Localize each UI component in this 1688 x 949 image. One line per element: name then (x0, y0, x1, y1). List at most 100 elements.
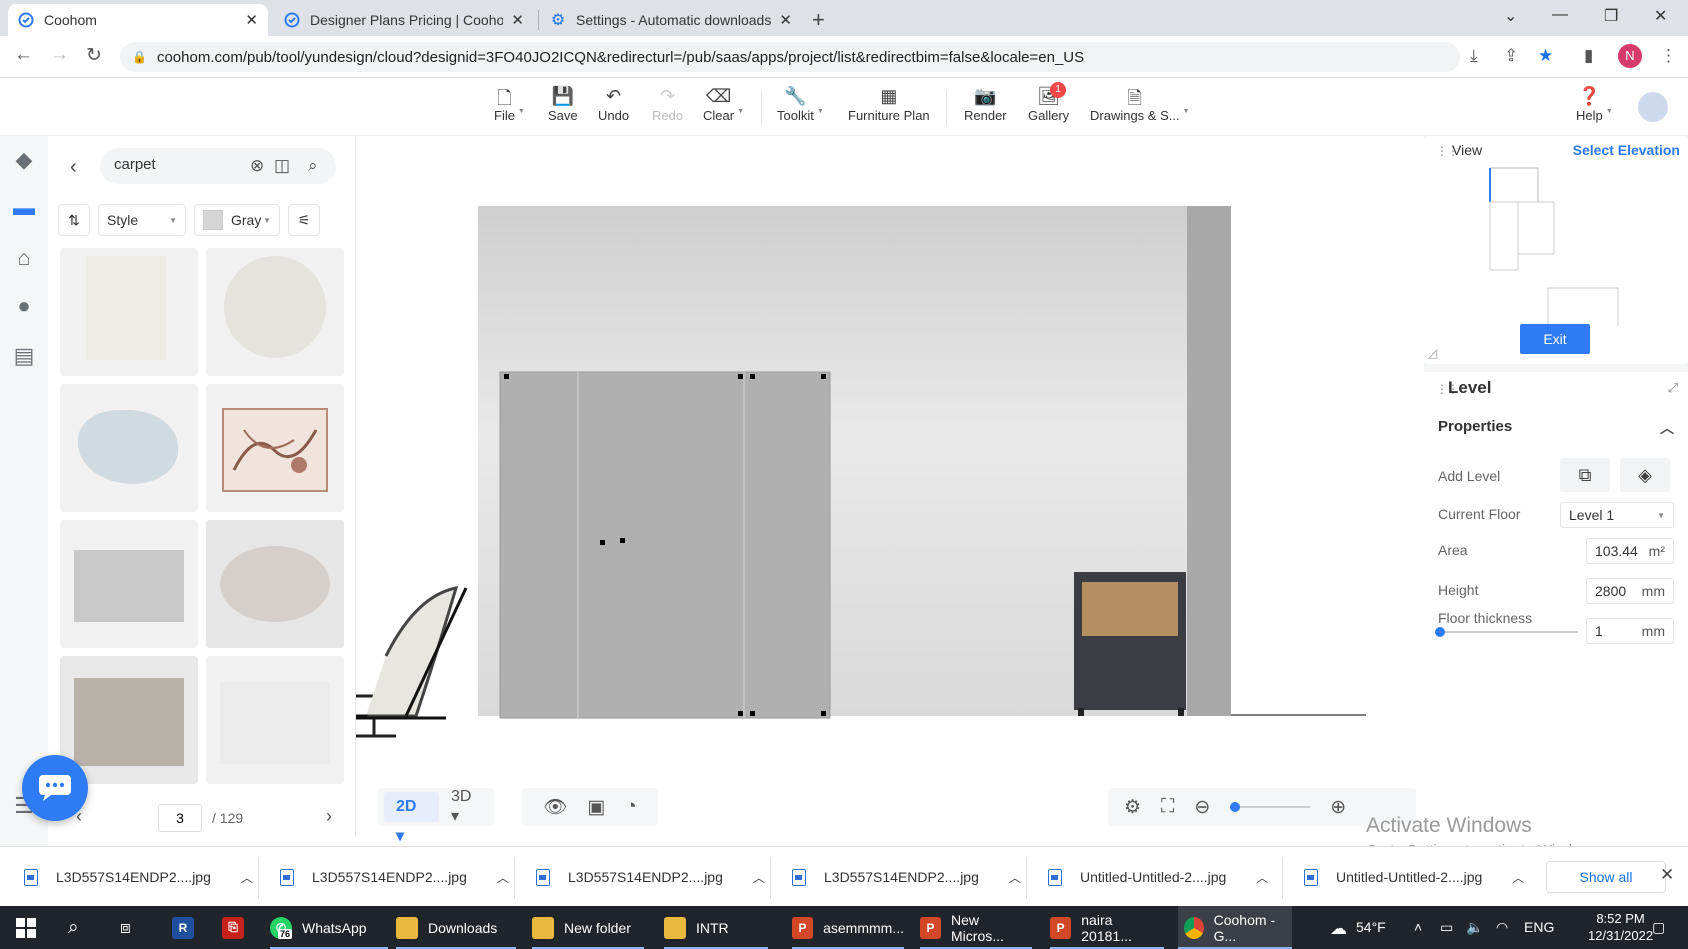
floorplan-minimap[interactable] (1484, 166, 1624, 326)
toolbar-gallery-button[interactable]: 🖼 1 Gallery (1028, 82, 1069, 123)
tab-settings[interactable]: ⚙ Settings - Automatic downloads ✕ (540, 4, 802, 36)
chevron-up-icon[interactable]: ︿ (753, 869, 765, 886)
close-icon[interactable]: ✕ (245, 11, 258, 29)
close-icon[interactable]: ✕ (1660, 865, 1674, 885)
back-arrow-icon[interactable]: ‹ (70, 156, 77, 179)
zoom-slider[interactable] (1230, 802, 1311, 812)
download-item[interactable]: L3D557S14ENDP2....jpg ︿ (280, 861, 509, 893)
taskbar-powerpoint-3[interactable]: P naira 20181... (1050, 906, 1164, 949)
house-icon[interactable]: ⌂ (10, 244, 38, 272)
taskbar-chrome[interactable]: Coohom - G... (1178, 906, 1292, 949)
product-card[interactable] (60, 520, 198, 648)
product-card[interactable] (60, 656, 198, 784)
search-icon[interactable]: ⌕ (308, 156, 318, 176)
camera-search-icon[interactable]: ◫ (274, 156, 290, 176)
taskbar-app-pdf[interactable]: ⎘ (222, 906, 254, 949)
forward-button[interactable]: → (50, 44, 69, 66)
zoom-in-icon[interactable]: ⊕ (1320, 796, 1356, 819)
download-item[interactable]: Untitled-Untitled-2....jpg ︿ (1304, 861, 1524, 893)
download-item[interactable]: L3D557S14ENDP2....jpg ︿ (24, 861, 253, 893)
exit-button[interactable]: Exit (1520, 324, 1590, 354)
eye-icon[interactable]: 👁 (533, 795, 577, 819)
add-level-above-button[interactable]: ⧉ (1560, 458, 1610, 492)
product-card[interactable] (206, 656, 344, 784)
product-card[interactable] (206, 248, 344, 376)
user-avatar[interactable] (1638, 92, 1668, 122)
page-input[interactable] (158, 804, 202, 832)
toolbar-file-button[interactable]: 🗋 File ▼ (494, 86, 525, 123)
cabinet-icon[interactable]: ▤ (10, 342, 38, 370)
reload-button[interactable]: ↻ (86, 44, 102, 67)
view-3d-button[interactable]: 3D ▾ (439, 788, 494, 826)
chevron-up-icon[interactable]: ︿ (1512, 869, 1524, 886)
download-item[interactable]: Untitled-Untitled-2....jpg ︿ (1048, 861, 1268, 893)
add-level-below-button[interactable]: ◈ (1620, 458, 1670, 492)
chevron-up-icon[interactable]: ︿ (241, 869, 253, 886)
slider-knob[interactable] (1435, 627, 1445, 637)
taskbar-powerpoint-2[interactable]: P New Micros... (920, 906, 1032, 949)
new-tab-button[interactable]: + (812, 7, 825, 33)
tab-designer-plans[interactable]: Designer Plans Pricing | Coohom ✕ (274, 4, 534, 36)
toolbar-render-button[interactable]: 📷 Render (964, 86, 1007, 123)
toolbar-clear-button[interactable]: ⌫ Clear ▼ (703, 86, 744, 123)
volume-icon[interactable]: 🔈 (1466, 919, 1483, 936)
clear-search-icon[interactable]: ⊗ (250, 156, 264, 176)
toolbar-toolkit-button[interactable]: 🔧 Toolkit ▼ (777, 86, 824, 123)
share-icon[interactable]: ⇪ (1504, 46, 1518, 66)
task-view-icon[interactable]: ⧈ (120, 906, 131, 949)
search-input[interactable] (114, 156, 244, 173)
weather-temp[interactable]: 54°F (1356, 919, 1386, 935)
chat-button[interactable] (22, 755, 88, 821)
taskbar-intr[interactable]: INTR (664, 906, 768, 949)
toolbar-redo-button[interactable]: ↷ Redo (652, 86, 683, 123)
back-button[interactable]: ← (14, 44, 33, 66)
filter-button[interactable]: ⚟ (288, 204, 320, 236)
product-card[interactable] (60, 384, 198, 512)
kebab-menu-icon[interactable]: ⋮ (1660, 46, 1677, 66)
taskbar-powerpoint-1[interactable]: P asemmmm... (792, 906, 904, 949)
product-card[interactable] (206, 520, 344, 648)
view-2d-button[interactable]: 2D ▾ (384, 792, 439, 845)
floorplan-icon[interactable]: ◆ (10, 146, 38, 174)
resize-handle-icon[interactable]: ◿ (1428, 346, 1437, 360)
taskbar-new-folder[interactable]: New folder (532, 906, 644, 949)
start-button[interactable] (16, 906, 36, 949)
cube-icon[interactable]: ▣ (577, 796, 615, 819)
current-floor-select[interactable]: Level 1 ▼ (1560, 502, 1674, 528)
fit-screen-icon[interactable]: ⛶ (1151, 796, 1184, 818)
user-icon[interactable]: ● (10, 292, 38, 320)
view-settings-icon[interactable]: ⚙ (1114, 796, 1151, 819)
close-icon[interactable]: ✕ (511, 11, 524, 29)
area-field[interactable]: 103.44 m² (1586, 538, 1674, 564)
chevron-up-icon[interactable]: ˄ (1414, 919, 1422, 935)
tab-coohom[interactable]: Coohom ✕ (8, 4, 268, 36)
taskbar-app-r[interactable]: R (172, 906, 204, 949)
chevron-up-icon[interactable]: ︿ (1009, 869, 1021, 886)
download-icon[interactable]: ⤓ (1470, 46, 1478, 66)
url-field[interactable]: 🔒 coohom.com/pub/tool/yundesign/cloud?de… (120, 42, 1460, 72)
taskbar-whatsapp[interactable]: ✆ 76 WhatsApp (270, 906, 388, 949)
chevron-down-icon[interactable]: ⌄ (1504, 6, 1517, 26)
zoom-out-icon[interactable]: ⊖ (1184, 796, 1220, 819)
zoom-slider-knob[interactable] (1230, 802, 1241, 812)
taskbar-downloads[interactable]: Downloads (396, 906, 516, 949)
floor-thickness-slider[interactable] (1435, 627, 1578, 637)
toolbar-drawings-button[interactable]: 🗎 Drawings & S... ▼ (1090, 86, 1190, 123)
bookmark-star-icon[interactable]: ★ (1538, 46, 1553, 66)
floor-thickness-field[interactable]: 1 mm (1586, 618, 1674, 644)
battery-icon[interactable]: ▭ (1440, 919, 1453, 936)
next-page-icon[interactable]: › (326, 806, 332, 827)
properties-header[interactable]: Properties ︿ (1438, 418, 1674, 436)
profile-avatar[interactable]: N (1618, 44, 1642, 68)
minimize-button[interactable]: — (1552, 6, 1568, 24)
window-close-button[interactable]: ✕ (1654, 6, 1667, 26)
show-all-button[interactable]: Show all (1546, 861, 1666, 893)
clock[interactable]: 8:52 PM 12/31/2022 (1588, 910, 1653, 944)
design-canvas[interactable] (356, 136, 1422, 846)
toolbar-help-button[interactable]: ❓ Help ▼ (1576, 86, 1613, 123)
color-dropdown[interactable]: Gray ▼ (194, 204, 280, 236)
chevron-up-icon[interactable]: ︿ (497, 869, 509, 886)
toolbar-undo-button[interactable]: ↶ Undo (598, 86, 629, 123)
sort-button[interactable]: ⇅ (58, 204, 90, 236)
compass-icon[interactable]: ◔ (615, 796, 646, 818)
